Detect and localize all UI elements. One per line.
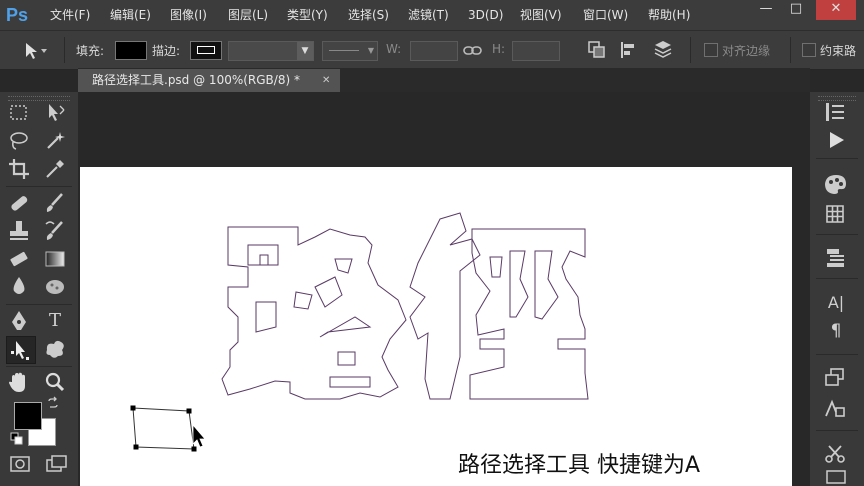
layer-comps-panel-icon[interactable] <box>822 366 850 390</box>
eraser-tool-icon[interactable] <box>6 246 32 272</box>
menu-window[interactable]: 窗口(W) <box>583 0 628 30</box>
menu-help[interactable]: 帮助(H) <box>648 0 690 30</box>
move-tool-icon[interactable] <box>42 100 68 126</box>
healing-brush-tool-icon[interactable] <box>6 190 32 216</box>
collapsed-panels: A| ¶ <box>810 92 864 486</box>
type-tool-icon[interactable]: T <box>42 308 68 334</box>
divider <box>790 37 791 63</box>
stroke-swatch[interactable] <box>190 41 222 60</box>
divider <box>816 234 858 235</box>
magic-wand-tool-icon[interactable] <box>42 128 68 154</box>
path-arrangement-icon[interactable] <box>652 39 674 61</box>
maximize-button[interactable]: □ <box>782 0 810 20</box>
minimize-button[interactable]: — <box>752 0 780 20</box>
more-panels-icon[interactable] <box>822 468 850 486</box>
height-field[interactable] <box>512 41 560 61</box>
fill-swatch[interactable] <box>115 41 147 60</box>
constrain-path-label: 约束路 <box>820 44 857 58</box>
gradient-tool-icon[interactable] <box>42 246 68 272</box>
hand-tool-icon[interactable] <box>6 370 32 396</box>
custom-shape-tool-icon[interactable] <box>42 336 68 362</box>
paragraph-panel-icon[interactable]: ¶ <box>822 318 850 344</box>
rect-marquee-tool-icon[interactable] <box>6 100 32 126</box>
color-panel-icon[interactable] <box>822 172 850 196</box>
stroke-label: 描边: <box>152 44 181 58</box>
character-label-1: 路 <box>228 227 408 399</box>
divider <box>816 278 858 279</box>
actions-panel-icon[interactable] <box>822 128 850 152</box>
close-button[interactable]: ✕ <box>816 0 856 20</box>
eyedropper-tool-icon[interactable] <box>42 156 68 182</box>
quick-mask-icon[interactable] <box>8 454 32 474</box>
width-label: W: <box>386 42 402 56</box>
photoshop-logo: Ps <box>6 5 29 25</box>
menu-layer[interactable]: 图层(L) <box>228 0 268 30</box>
height-label: H: <box>492 42 506 56</box>
menu-image[interactable]: 图像(I) <box>170 0 207 30</box>
tool-presets-panel-icon[interactable] <box>822 442 850 466</box>
stroke-width-select[interactable]: ▼ <box>228 41 314 61</box>
options-bar: 填充: 描边: ▼ ▼ W: H: 对齐边缘 约束路 <box>0 30 864 70</box>
screen-mode-icon[interactable] <box>44 454 68 474</box>
path-alignment-icon[interactable] <box>618 39 640 61</box>
divider <box>6 186 72 187</box>
caption-text: 路径选择工具 快捷键为A <box>458 453 701 478</box>
swap-colors-icon[interactable] <box>46 396 60 410</box>
divider <box>816 354 858 355</box>
swatches-panel-icon[interactable] <box>822 202 850 226</box>
crop-tool-icon[interactable] <box>6 156 32 182</box>
styles-panel-icon[interactable] <box>822 396 850 420</box>
selected-path-shape[interactable] <box>130 405 197 452</box>
divider <box>816 158 858 159</box>
path-selection-tool[interactable] <box>6 336 36 364</box>
width-field[interactable] <box>410 41 458 61</box>
fill-label: 填充: <box>76 44 105 58</box>
blur-tool-icon[interactable] <box>6 274 32 300</box>
link-icon[interactable] <box>462 43 484 59</box>
menu-file[interactable]: 文件(F) <box>50 0 90 30</box>
path-select-cursor-icon <box>192 423 206 448</box>
history-brush-tool-icon[interactable] <box>42 218 68 244</box>
path-selection-tool-icon <box>11 341 29 360</box>
character-label-2: 徑 <box>410 213 590 399</box>
clone-stamp-tool-icon[interactable] <box>6 218 32 244</box>
document-canvas[interactable]: 路 徑 <box>80 167 792 486</box>
document-tab[interactable]: 路径选择工具.psd @ 100%(RGB/8) * ✕ <box>78 69 340 92</box>
stroke-type-select[interactable]: ▼ <box>322 41 378 61</box>
tools-panel: T <box>0 92 78 486</box>
constrain-path-checkbox[interactable] <box>802 43 816 57</box>
sponge-tool-icon[interactable] <box>42 274 68 300</box>
menu-edit[interactable]: 编辑(E) <box>110 0 151 30</box>
menu-view[interactable]: 视图(V) <box>520 0 562 30</box>
brush-tool-icon[interactable] <box>42 190 68 216</box>
zoom-tool-icon[interactable] <box>42 370 68 396</box>
align-edges-label: 对齐边缘 <box>722 44 771 58</box>
document-tab-title: 路径选择工具.psd @ 100%(RGB/8) * <box>92 73 300 87</box>
align-edges-checkbox[interactable] <box>704 43 718 57</box>
divider <box>816 430 858 431</box>
foreground-color-swatch[interactable] <box>14 402 42 430</box>
pen-tool-icon[interactable] <box>6 308 32 334</box>
layers-panel-icon[interactable] <box>822 246 850 270</box>
menu-filter[interactable]: 滤镜(T) <box>408 0 449 30</box>
path-operations-icon[interactable] <box>586 39 608 61</box>
lasso-tool-icon[interactable] <box>6 128 32 154</box>
character-panel-icon[interactable]: A| <box>822 290 850 316</box>
divider <box>6 366 72 367</box>
path-select-preset-icon[interactable] <box>22 41 50 61</box>
menu-bar: Ps 文件(F) 编辑(E) 图像(I) 图层(L) 类型(Y) 选择(S) 滤… <box>0 0 864 30</box>
divider <box>6 304 72 305</box>
divider <box>64 37 65 63</box>
menu-select[interactable]: 选择(S) <box>348 0 389 30</box>
default-colors-icon[interactable] <box>10 432 24 446</box>
menu-type[interactable]: 类型(Y) <box>287 0 328 30</box>
divider <box>690 37 691 63</box>
close-tab-icon[interactable]: ✕ <box>322 69 330 92</box>
menu-3d[interactable]: 3D(D) <box>468 0 503 30</box>
history-panel-icon[interactable] <box>822 100 850 124</box>
